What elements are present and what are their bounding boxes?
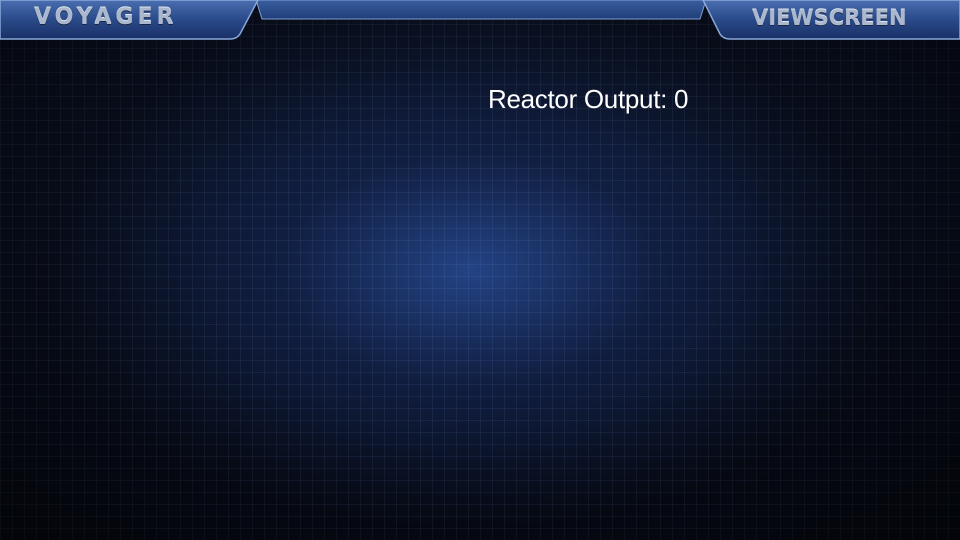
background-grid — [0, 0, 960, 540]
background-vignette — [0, 0, 960, 540]
reactor-output-readout: Reactor Output: 0 — [488, 84, 688, 115]
app-title: VOYAGER — [34, 5, 178, 30]
reactor-output-label: Reactor Output: — [488, 84, 668, 114]
reactor-output-value: 0 — [673, 84, 689, 114]
top-bar: VOYAGER VIEWSCREEN — [0, 0, 960, 40]
viewscreen-tab-label[interactable]: VIEWSCREEN — [752, 4, 907, 32]
top-bar-strip — [255, 0, 707, 20]
viewscreen-display: VOYAGER VIEWSCREEN Reactor Output: 0 — [0, 0, 960, 540]
